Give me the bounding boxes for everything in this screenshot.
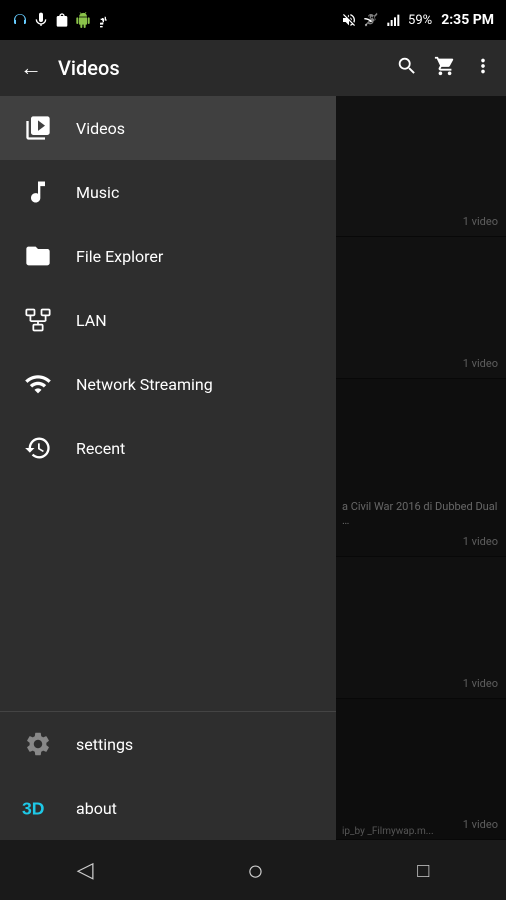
drawer-scrim [336, 96, 506, 840]
page-title: Videos [54, 56, 396, 80]
drawer-item-music[interactable]: Music [0, 160, 336, 224]
usb-icon [96, 12, 112, 28]
nav-bar: ◁ ○ □ [0, 840, 506, 900]
top-action-icons [396, 55, 494, 82]
cart-button[interactable] [434, 55, 456, 82]
drawer-label-network-streaming: Network Streaming [76, 375, 213, 394]
recent-icon [20, 430, 56, 466]
bag-icon [54, 12, 70, 28]
drawer-item-about[interactable]: 3D about [0, 776, 336, 840]
drawer-label-about: about [76, 799, 117, 818]
drawer-item-lan[interactable]: LAN [0, 288, 336, 352]
more-button[interactable] [472, 55, 494, 82]
nav-drawer: Videos Music File Explorer [0, 96, 336, 840]
settings-icon [20, 726, 56, 762]
drawer-item-network-streaming[interactable]: Network Streaming [0, 352, 336, 416]
signal-off-icon: ✕ [362, 12, 380, 28]
nav-home-button[interactable]: ○ [227, 846, 284, 895]
drawer-item-file-explorer[interactable]: File Explorer [0, 224, 336, 288]
search-button[interactable] [396, 55, 418, 82]
folder-icon [20, 238, 56, 274]
svg-text:✕: ✕ [364, 23, 367, 28]
nav-back-button[interactable]: ◁ [57, 850, 114, 891]
drawer-label-lan: LAN [76, 311, 107, 330]
drawer-label-music: Music [76, 183, 119, 202]
videos-icon [20, 110, 56, 146]
status-bar: ✕ 59% 2:35 PM [0, 0, 506, 40]
drawer-item-videos[interactable]: Videos [0, 96, 336, 160]
drawer-item-settings[interactable]: settings [0, 712, 336, 776]
drawer-label-settings: settings [76, 735, 133, 754]
top-bar: ← Videos [0, 40, 506, 96]
back-button[interactable]: ← [12, 47, 50, 89]
about-3d-icon: 3D [20, 790, 56, 826]
time-text: 2:35 PM [441, 12, 494, 28]
android-icon [75, 12, 91, 28]
drawer-bottom: settings 3D about [0, 711, 336, 840]
drawer-label-videos: Videos [76, 119, 125, 138]
headphone-icon [12, 12, 28, 28]
drawer-item-recent[interactable]: Recent [0, 416, 336, 480]
signal-bars-icon [385, 12, 403, 28]
drawer-label-recent: Recent [76, 439, 125, 458]
mic-icon [33, 12, 49, 28]
lan-icon [20, 302, 56, 338]
status-icons-right: ✕ 59% 2:35 PM [341, 12, 494, 28]
mute-icon [341, 12, 357, 28]
nav-recent-button[interactable]: □ [397, 850, 449, 891]
status-icons-left [12, 12, 112, 28]
drawer-nav-items: Videos Music File Explorer [0, 96, 336, 711]
battery-text: 59% [408, 13, 432, 28]
svg-text:3D: 3D [22, 798, 45, 818]
drawer-label-file-explorer: File Explorer [76, 247, 163, 266]
music-icon [20, 174, 56, 210]
network-streaming-icon [20, 366, 56, 402]
main-content: 1 video 1 video a Civil War 2016 di Dubb… [0, 96, 506, 840]
